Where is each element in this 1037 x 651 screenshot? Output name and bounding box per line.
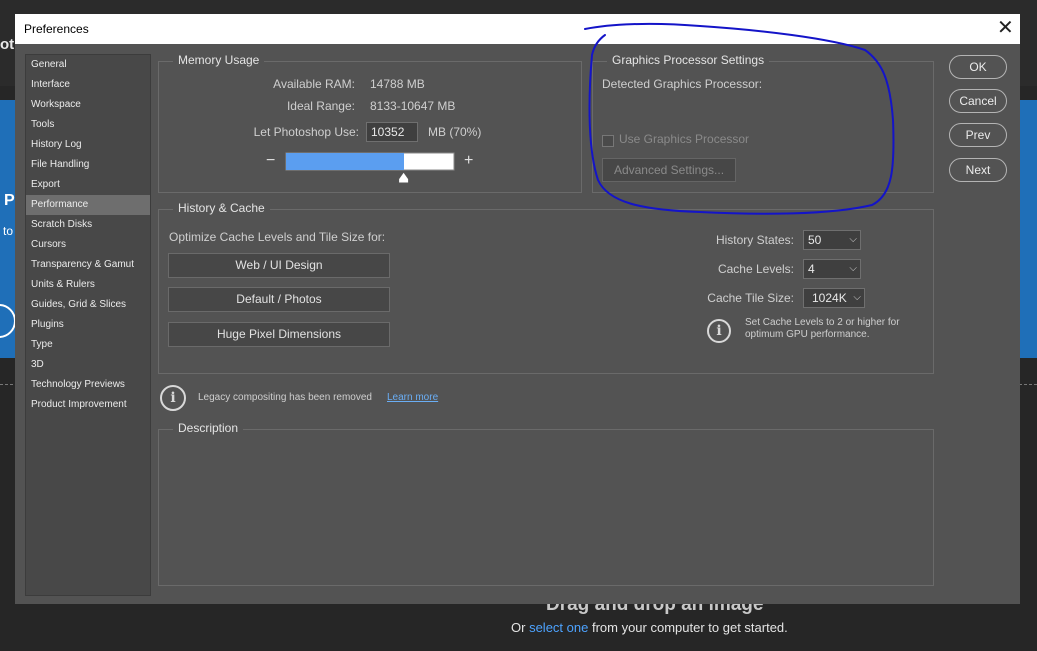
memory-slider[interactable]: [285, 152, 457, 184]
optimize-cache-label: Optimize Cache Levels and Tile Size for:: [169, 230, 386, 244]
app-title-fragment: ot: [0, 36, 15, 53]
info-icon: i: [160, 385, 186, 411]
huge-pixel-dimensions-button[interactable]: Huge Pixel Dimensions: [168, 322, 390, 347]
history-states-value: 50: [808, 233, 822, 247]
cache-levels-value: 4: [808, 262, 815, 276]
sidebar-item-plugins[interactable]: Plugins: [26, 315, 150, 335]
sidebar-item-units-rulers[interactable]: Units & Rulers: [26, 275, 150, 295]
memory-unit-percent: MB (70%): [428, 125, 482, 139]
sidebar-item-workspace[interactable]: Workspace: [26, 95, 150, 115]
available-ram-label: Available RAM:: [273, 77, 355, 91]
available-ram-value: 14788 MB: [370, 77, 425, 91]
ideal-range-value: 8133-10647 MB: [370, 99, 456, 113]
sidebar-item-3d[interactable]: 3D: [26, 355, 150, 375]
chevron-down-icon: ⌵: [849, 263, 857, 274]
advanced-settings-button[interactable]: Advanced Settings...: [602, 158, 736, 182]
preferences-sidebar: General Interface Workspace Tools History Lo…: [25, 54, 151, 596]
memory-usage-group: Memory Usage Available RAM: 14788 MB Ide…: [158, 53, 582, 193]
web-ui-design-button[interactable]: Web / UI Design: [168, 253, 390, 278]
decrease-memory-button[interactable]: −: [266, 152, 275, 170]
sidebar-item-guides-grid-slices[interactable]: Guides, Grid & Slices: [26, 295, 150, 315]
memory-amount-input[interactable]: 10352: [366, 122, 418, 142]
let-photoshop-use-label: Let Photoshop Use:: [253, 125, 359, 139]
sidebar-item-file-handling[interactable]: File Handling: [26, 155, 150, 175]
slider-fill: [286, 153, 404, 170]
info-icon: i: [707, 319, 731, 343]
cache-hint-line2: optimum GPU performance.: [745, 329, 870, 340]
cache-tile-size-select[interactable]: 1024K ⌵: [803, 288, 865, 308]
use-gpu-label: Use Graphics Processor: [619, 132, 750, 146]
sidebar-item-general[interactable]: General: [26, 55, 150, 75]
description-title: Description: [173, 421, 244, 435]
hero-letter: P: [4, 192, 15, 209]
cache-levels-select[interactable]: 4 ⌵: [803, 259, 861, 279]
cache-tile-size-label: Cache Tile Size:: [707, 291, 794, 305]
history-cache-group: History & Cache Optimize Cache Levels an…: [158, 201, 934, 374]
chevron-down-icon: ⌵: [853, 292, 861, 303]
background-hero-panel-right: [1020, 100, 1037, 358]
detected-gpu-label: Detected Graphics Processor:: [602, 77, 763, 91]
chevron-down-icon: ⌵: [849, 234, 857, 245]
sidebar-item-product-improvement[interactable]: Product Improvement: [26, 395, 150, 415]
or-suffix: from your computer to get started.: [591, 620, 788, 635]
or-prefix: Or: [511, 620, 526, 635]
dialog-titlebar: Preferences ✕: [15, 14, 1020, 44]
cache-hint-line1: Set Cache Levels to 2 or higher for: [745, 317, 900, 328]
gpu-settings-title: Graphics Processor Settings: [607, 53, 770, 67]
sidebar-item-scratch-disks[interactable]: Scratch Disks: [26, 215, 150, 235]
memory-usage-title: Memory Usage: [173, 53, 265, 67]
cancel-button[interactable]: Cancel: [949, 89, 1007, 113]
sidebar-item-performance[interactable]: Performance: [26, 195, 150, 215]
hero-circle-button[interactable]: [0, 304, 16, 338]
preferences-dialog: Preferences ✕ General Interface Workspace T…: [15, 14, 1020, 604]
use-gpu-checkbox[interactable]: [602, 135, 614, 147]
ideal-range-label: Ideal Range:: [286, 99, 355, 113]
sidebar-item-cursors[interactable]: Cursors: [26, 235, 150, 255]
prev-button[interactable]: Prev: [949, 123, 1007, 147]
ok-button[interactable]: OK: [949, 55, 1007, 79]
sidebar-item-type[interactable]: Type: [26, 335, 150, 355]
sidebar-item-export[interactable]: Export: [26, 175, 150, 195]
history-cache-title: History & Cache: [173, 201, 270, 215]
sidebar-item-history-log[interactable]: History Log: [26, 135, 150, 155]
next-button[interactable]: Next: [949, 158, 1007, 182]
legacy-compositing-notice: Legacy compositing has been removed: [198, 392, 372, 403]
drag-drop-subtext: Or select one from your computer to get …: [511, 620, 788, 635]
history-states-select[interactable]: 50 ⌵: [803, 230, 861, 250]
increase-memory-button[interactable]: +: [464, 152, 473, 170]
select-one-link[interactable]: select one: [529, 620, 588, 635]
dialog-title: Preferences: [24, 22, 89, 36]
slider-thumb[interactable]: [398, 171, 410, 184]
learn-more-link[interactable]: Learn more: [387, 392, 438, 403]
sidebar-item-interface[interactable]: Interface: [26, 75, 150, 95]
background-hero-panel-left: P to: [0, 100, 16, 358]
sidebar-item-technology-previews[interactable]: Technology Previews: [26, 375, 150, 395]
cache-levels-label: Cache Levels:: [717, 262, 794, 276]
sidebar-item-transparency-gamut[interactable]: Transparency & Gamut: [26, 255, 150, 275]
sidebar-item-tools[interactable]: Tools: [26, 115, 150, 135]
gpu-settings-group: Graphics Processor Settings Detected Gra…: [592, 53, 934, 193]
hero-text-fragment: to: [3, 224, 14, 238]
description-group: Description: [158, 421, 934, 586]
close-icon[interactable]: ✕: [997, 17, 1014, 39]
cache-tile-size-value: 1024K: [812, 291, 847, 305]
history-states-label: History States:: [715, 233, 794, 247]
default-photos-button[interactable]: Default / Photos: [168, 287, 390, 312]
